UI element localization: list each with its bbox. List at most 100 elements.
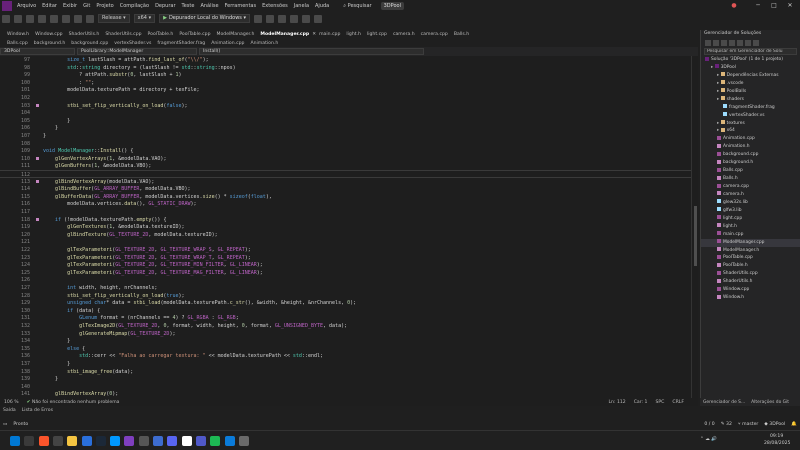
collapse-icon[interactable] [729, 39, 735, 46]
tree-item[interactable]: light.cpp [701, 215, 800, 223]
document-tab[interactable]: background.cpp [68, 41, 111, 46]
project-dropdown[interactable]: 3DPool [0, 48, 75, 55]
tree-item[interactable]: PoolTable.h [701, 262, 800, 270]
format-icon[interactable] [278, 14, 287, 23]
editor-scrollbar[interactable] [691, 56, 698, 398]
tree-item[interactable]: camera.cpp [701, 183, 800, 191]
tree-item[interactable]: Balls.cpp [701, 167, 800, 175]
show-all-icon[interactable] [737, 39, 743, 46]
document-tab[interactable]: ShaderUtils.cpp [102, 32, 144, 37]
menu-item[interactable]: Teste [179, 3, 198, 9]
repo-selector[interactable]: ◆ 3DPool [761, 422, 788, 427]
search-icon[interactable] [24, 436, 35, 446]
forward-icon[interactable] [14, 14, 22, 23]
document-tab[interactable]: fragmentShader.frag [154, 41, 208, 46]
visual-studio-icon[interactable] [124, 436, 135, 446]
document-tab[interactable]: main.cpp [316, 32, 343, 37]
properties-icon[interactable] [745, 39, 751, 46]
tree-item[interactable]: Window.h [701, 294, 800, 302]
tree-item[interactable]: ▸ 3DPool [701, 64, 800, 72]
calendar-icon[interactable] [153, 436, 163, 446]
pencil-count[interactable]: ✎ 32 [718, 422, 735, 427]
home-icon[interactable] [705, 39, 711, 46]
tree-item[interactable]: ModelManager.h [701, 247, 800, 255]
tree-item[interactable]: light.h [701, 223, 800, 231]
tree-item[interactable]: ShaderUtils.cpp [701, 270, 800, 278]
menu-item[interactable]: Git [80, 3, 93, 9]
document-tab[interactable]: background.h [31, 41, 69, 46]
document-tab[interactable]: light.h [343, 32, 364, 37]
tree-item[interactable]: PoolTable.cpp [701, 254, 800, 262]
notion-icon[interactable] [181, 436, 192, 446]
tree-item[interactable]: ShaderUtils.h [701, 278, 800, 286]
whitespace-indicator[interactable]: SPC [651, 400, 668, 405]
document-tab[interactable]: PoolTable.cpp [176, 32, 213, 37]
tab-output[interactable]: Saída [0, 408, 19, 413]
comment-icon[interactable] [302, 14, 311, 23]
tree-item[interactable]: ▸ x64 [701, 127, 800, 135]
tray-icons[interactable]: ⌃ ☁ 🔊 [700, 437, 717, 442]
document-tab[interactable]: Window.cpp [32, 32, 66, 37]
menu-item[interactable]: Ajuda [312, 3, 332, 9]
document-tab[interactable]: camera.cpp [418, 32, 451, 37]
steam-icon[interactable] [95, 436, 106, 446]
tree-item[interactable]: Solução '3DPool' (1 de 1 projeto) [701, 56, 800, 64]
tree-item[interactable]: glfw3.lib [701, 207, 800, 215]
issues-status[interactable]: ✔ Não foi encontrado nenhum problema [23, 400, 124, 405]
app-icon[interactable] [138, 436, 149, 446]
redo-icon[interactable] [86, 14, 94, 23]
bell-icon[interactable]: 🔔 [788, 422, 800, 427]
app2-icon[interactable] [238, 436, 249, 446]
menu-item[interactable]: Janela [291, 3, 312, 9]
start-without-debug-icon[interactable] [254, 14, 263, 23]
document-tab[interactable]: Window.h [4, 32, 32, 37]
save-icon[interactable] [50, 14, 58, 23]
brave-icon[interactable] [38, 436, 49, 446]
tree-item[interactable]: fragmentShader.frag [701, 104, 800, 112]
bookmark-icon[interactable] [290, 14, 299, 23]
configuration-select[interactable]: Release ▾ [98, 14, 130, 23]
tree-item[interactable]: vertexShader.vs [701, 112, 800, 120]
branch-selector[interactable]: ⑂ master [735, 421, 761, 427]
errors-count[interactable]: 0 / 0 [701, 422, 717, 427]
tab-git-changes[interactable]: Alterações do Git [748, 400, 792, 405]
document-tab[interactable]: ShaderUtils.h [66, 32, 103, 37]
menu-item[interactable]: Ferramentas [222, 3, 260, 9]
open-icon[interactable] [38, 14, 46, 23]
tree-item[interactable]: background.cpp [701, 151, 800, 159]
hot-reload-icon[interactable] [266, 14, 275, 23]
tree-item[interactable]: ▸ Dependências Externas [701, 72, 800, 80]
uncomment-icon[interactable] [314, 14, 323, 23]
spotify-icon[interactable] [210, 436, 221, 446]
photos-icon[interactable] [81, 436, 92, 446]
notification-icon[interactable]: ● [728, 0, 740, 12]
tree-item[interactable]: main.cpp [701, 231, 800, 239]
tree-item[interactable]: ▸ PoolBalls [701, 88, 800, 96]
undo-icon[interactable] [74, 14, 82, 23]
save-all-icon[interactable] [62, 14, 70, 23]
clock-time[interactable]: 09:19 [770, 434, 783, 439]
code-editor[interactable]: 97 size_t lastSlash = attPath.find_last_… [0, 56, 698, 398]
menu-item[interactable]: Compilação [117, 3, 152, 9]
tree-item[interactable]: Balls.h [701, 175, 800, 183]
teams-icon[interactable] [195, 436, 206, 446]
menu-item[interactable]: Extensões [259, 3, 291, 9]
search-menu[interactable]: ⌕ Pesquisar [340, 3, 374, 9]
minimize-button[interactable]: ─ [752, 0, 764, 12]
menu-item[interactable]: Projeto [93, 3, 116, 9]
document-tab[interactable]: vertexShader.vs [111, 41, 154, 46]
close-button[interactable]: ✕ [784, 0, 796, 12]
tree-item[interactable]: Animation.cpp [701, 135, 800, 143]
document-tab[interactable]: Animation.h [247, 41, 281, 46]
menu-item[interactable]: Arquivo [14, 3, 39, 9]
tab-solution-explorer[interactable]: Gerenciador de S... [700, 400, 748, 405]
document-tab[interactable]: camera.h [390, 32, 418, 37]
edge-icon[interactable] [224, 436, 235, 446]
windows-icon[interactable] [10, 436, 20, 446]
scrollbar-thumb[interactable] [694, 206, 697, 266]
member-dropdown[interactable]: Install() [199, 48, 424, 55]
scope-dropdown[interactable]: PoolLibrary::ModelManager [77, 48, 197, 55]
tree-item[interactable]: Window.cpp [701, 286, 800, 294]
new-item-icon[interactable] [26, 14, 34, 23]
zoom-level[interactable]: 106 % [0, 400, 23, 405]
